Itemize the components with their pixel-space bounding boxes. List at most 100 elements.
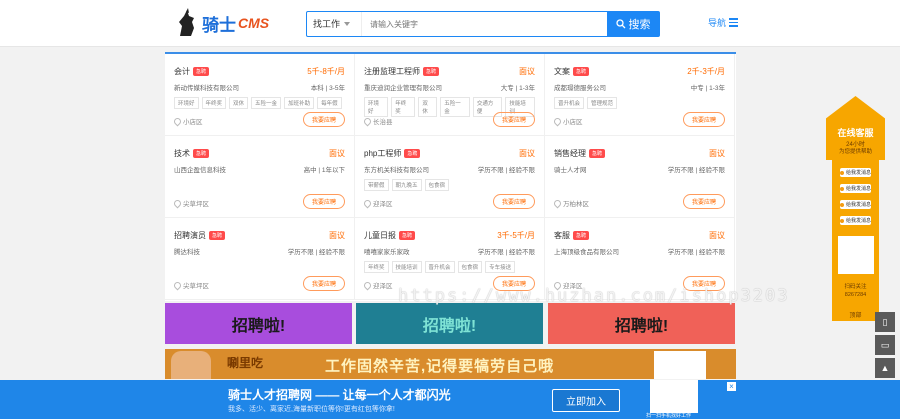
qq-icon bbox=[840, 186, 844, 191]
job-salary: 面议 bbox=[519, 67, 535, 76]
qr-caption: 扫一扫手机找好工作 bbox=[646, 413, 692, 419]
company-name[interactable]: 成都璟德服务公司 bbox=[554, 82, 606, 92]
job-location: 迎泽区 bbox=[362, 280, 393, 290]
job-card[interactable]: 文案 急聘 2千-3千/月 成都璟德服务公司 中专 | 1-3年 晋升机会 管理规… bbox=[545, 54, 735, 136]
job-title[interactable]: 文案 bbox=[554, 66, 570, 77]
company-name[interactable]: 重庆迪润企业管理有限公司 bbox=[364, 82, 442, 92]
job-location: 长治县 bbox=[362, 116, 393, 126]
search-button[interactable]: 搜索 bbox=[607, 12, 659, 36]
message-icon[interactable]: ▭ bbox=[875, 335, 895, 355]
search-input[interactable] bbox=[362, 12, 607, 36]
job-tag: 每年假 bbox=[317, 97, 342, 109]
company-name[interactable]: 嘻嘻家家乐家政 bbox=[364, 246, 410, 256]
company-name[interactable]: 腾达科技 bbox=[174, 246, 200, 256]
job-title[interactable]: 注册监理工程师 bbox=[364, 66, 420, 77]
qq-contact-button[interactable]: 给我发消息 bbox=[840, 216, 871, 225]
job-tag: 双休 bbox=[418, 97, 438, 117]
urgent-badge: 急聘 bbox=[399, 231, 416, 240]
service-title: 在线客服 bbox=[837, 128, 874, 138]
close-icon[interactable]: × bbox=[727, 382, 736, 391]
promo-subtitle: 我多、活少、离家近,海量新职位等你!更有红包等你拿! bbox=[228, 406, 395, 413]
job-card[interactable]: 注册监理工程师 急聘 面议 重庆迪润企业管理有限公司 大专 | 1-3年 环境好… bbox=[355, 54, 545, 136]
job-location: 迎泽区 bbox=[362, 198, 393, 208]
bottom-promo-bar: 骑士人才招聘网 —— 让每一个人才都闪光 我多、活少、离家近,海量新职位等你!更… bbox=[0, 380, 900, 419]
job-tag: 带薪假 bbox=[364, 179, 389, 191]
apply-button[interactable]: 我要应聘 bbox=[682, 112, 725, 127]
job-title[interactable]: 会计 bbox=[174, 66, 190, 77]
job-title[interactable]: 客服 bbox=[554, 230, 570, 241]
nav-menu-button[interactable]: 导航 bbox=[708, 16, 739, 29]
side-toolbar: ▯ ▭ ▲ bbox=[875, 312, 895, 381]
service-help: 为您提供帮助 bbox=[838, 149, 872, 155]
search-bar: 找工作 搜索 bbox=[306, 11, 660, 37]
company-name[interactable]: 山西企盈信息科技 bbox=[174, 164, 226, 174]
qr-code-icon bbox=[650, 380, 698, 413]
job-location: 小店区 bbox=[552, 116, 583, 126]
job-card[interactable]: php工程师 急聘 面议 东方机关科技有限公司 学历不限 | 经验不限 带薪假朝… bbox=[355, 136, 545, 218]
urgent-badge: 急聘 bbox=[404, 149, 421, 158]
job-tag: 管理规范 bbox=[587, 97, 618, 109]
mobile-icon[interactable]: ▯ bbox=[875, 312, 895, 332]
apply-button[interactable]: 我要应聘 bbox=[302, 194, 345, 209]
apply-button[interactable]: 我要应聘 bbox=[302, 112, 345, 127]
job-location: 尖草坪区 bbox=[172, 280, 209, 290]
apply-button[interactable]: 我要应聘 bbox=[492, 112, 535, 127]
urgent-badge: 急聘 bbox=[193, 67, 210, 76]
job-salary: 面议 bbox=[709, 231, 725, 240]
job-title[interactable]: 招聘演员 bbox=[174, 230, 206, 241]
urgent-badge: 急聘 bbox=[423, 67, 440, 76]
job-title[interactable]: php工程师 bbox=[364, 148, 401, 159]
company-name[interactable]: 上海顶级食品有限公司 bbox=[554, 246, 619, 256]
qq-icon bbox=[840, 170, 844, 175]
knight-horse-icon bbox=[179, 8, 194, 36]
promo-title: 骑士人才招聘网 —— 让每一个人才都闪光 bbox=[228, 388, 451, 402]
job-tag: 包食宿 bbox=[424, 179, 450, 191]
job-salary: 5千-8千/月 bbox=[307, 67, 345, 76]
job-salary: 2千-3千/月 bbox=[687, 67, 725, 76]
job-requirements: 中专 | 1-3年 bbox=[690, 85, 725, 92]
job-requirements: 高中 | 1年以下 bbox=[303, 167, 345, 174]
recruit-banner-3[interactable]: 招聘啦! bbox=[548, 303, 735, 344]
location-pin-icon bbox=[172, 198, 183, 208]
qq-contact-button[interactable]: 给我发消息 bbox=[840, 168, 871, 177]
job-title[interactable]: 技术 bbox=[174, 148, 190, 159]
job-title[interactable]: 销售经理 bbox=[554, 148, 586, 159]
job-card[interactable]: 招聘演员 急聘 面议 腾达科技 学历不限 | 经验不限 尖草坪区 我要应聘 bbox=[165, 218, 355, 300]
job-card[interactable]: 销售经理 急聘 面议 骑士人才网 学历不限 | 经验不限 万柏林区 我要应聘 bbox=[545, 136, 735, 218]
job-tag: 环境好 bbox=[364, 97, 389, 117]
recruit-banner-2[interactable]: 招聘啦! bbox=[356, 303, 543, 344]
company-name[interactable]: 新动传媒科技有限公司 bbox=[174, 82, 239, 92]
apply-button[interactable]: 我要应聘 bbox=[492, 194, 535, 209]
job-tag: 加班补助 bbox=[284, 97, 315, 109]
recruit-banner-1[interactable]: 招聘啦! bbox=[165, 303, 352, 344]
location-pin-icon bbox=[552, 116, 563, 126]
job-requirements: 学历不限 | 经验不限 bbox=[667, 167, 725, 174]
logo-cms: CMS bbox=[238, 15, 270, 31]
company-name[interactable]: 东方机关科技有限公司 bbox=[364, 164, 429, 174]
apply-button[interactable]: 我要应聘 bbox=[682, 194, 725, 209]
site-logo[interactable]: 骑士 CMS bbox=[176, 8, 269, 38]
job-tags: 年终奖 技能培训 晋升机会 包食宿 专车接送 bbox=[364, 261, 535, 273]
job-card[interactable]: 技术 急聘 面议 山西企盈信息科技 高中 | 1年以下 尖草坪区 我要应聘 bbox=[165, 136, 355, 218]
job-tags: 环境好 年终奖 双休 五险一金 加班补助 每年假 bbox=[174, 97, 345, 109]
search-type-select[interactable]: 找工作 bbox=[307, 12, 362, 36]
company-name[interactable]: 骑士人才网 bbox=[554, 164, 587, 174]
arrow-up-icon[interactable]: ▲ bbox=[875, 358, 895, 378]
job-requirements: 学历不限 | 经验不限 bbox=[477, 249, 535, 256]
qq-icon bbox=[840, 202, 844, 207]
job-salary: 面议 bbox=[329, 149, 345, 158]
qq-contact-button[interactable]: 给我发消息 bbox=[840, 200, 871, 209]
recruit-banners: 招聘啦! 招聘啦! 招聘啦! bbox=[165, 303, 736, 344]
online-service-panel: 在线客服 24小时 为您提供帮助 给我发消息 给我发消息 给我发消息 给我发消息… bbox=[826, 96, 885, 321]
urgent-badge: 急聘 bbox=[193, 149, 210, 158]
join-now-button[interactable]: 立即加入 bbox=[552, 389, 620, 412]
urgent-badge: 急聘 bbox=[589, 149, 606, 158]
job-tag: 五险一金 bbox=[440, 97, 470, 117]
food-ad-banner[interactable]: 唰里吃 工作固然辛苦,记得要犒劳自己哦 bbox=[165, 349, 736, 379]
qq-contact-button[interactable]: 给我发消息 bbox=[840, 184, 871, 193]
location-pin-icon bbox=[362, 280, 373, 290]
job-card[interactable]: 会计 急聘 5千-8千/月 新动传媒科技有限公司 本科 | 3-5年 环境好 年终… bbox=[165, 54, 355, 136]
job-title[interactable]: 儿童日报 bbox=[364, 230, 396, 241]
job-list: 会计 急聘 5千-8千/月 新动传媒科技有限公司 本科 | 3-5年 环境好 年终… bbox=[165, 52, 736, 301]
apply-button[interactable]: 我要应聘 bbox=[302, 276, 345, 291]
